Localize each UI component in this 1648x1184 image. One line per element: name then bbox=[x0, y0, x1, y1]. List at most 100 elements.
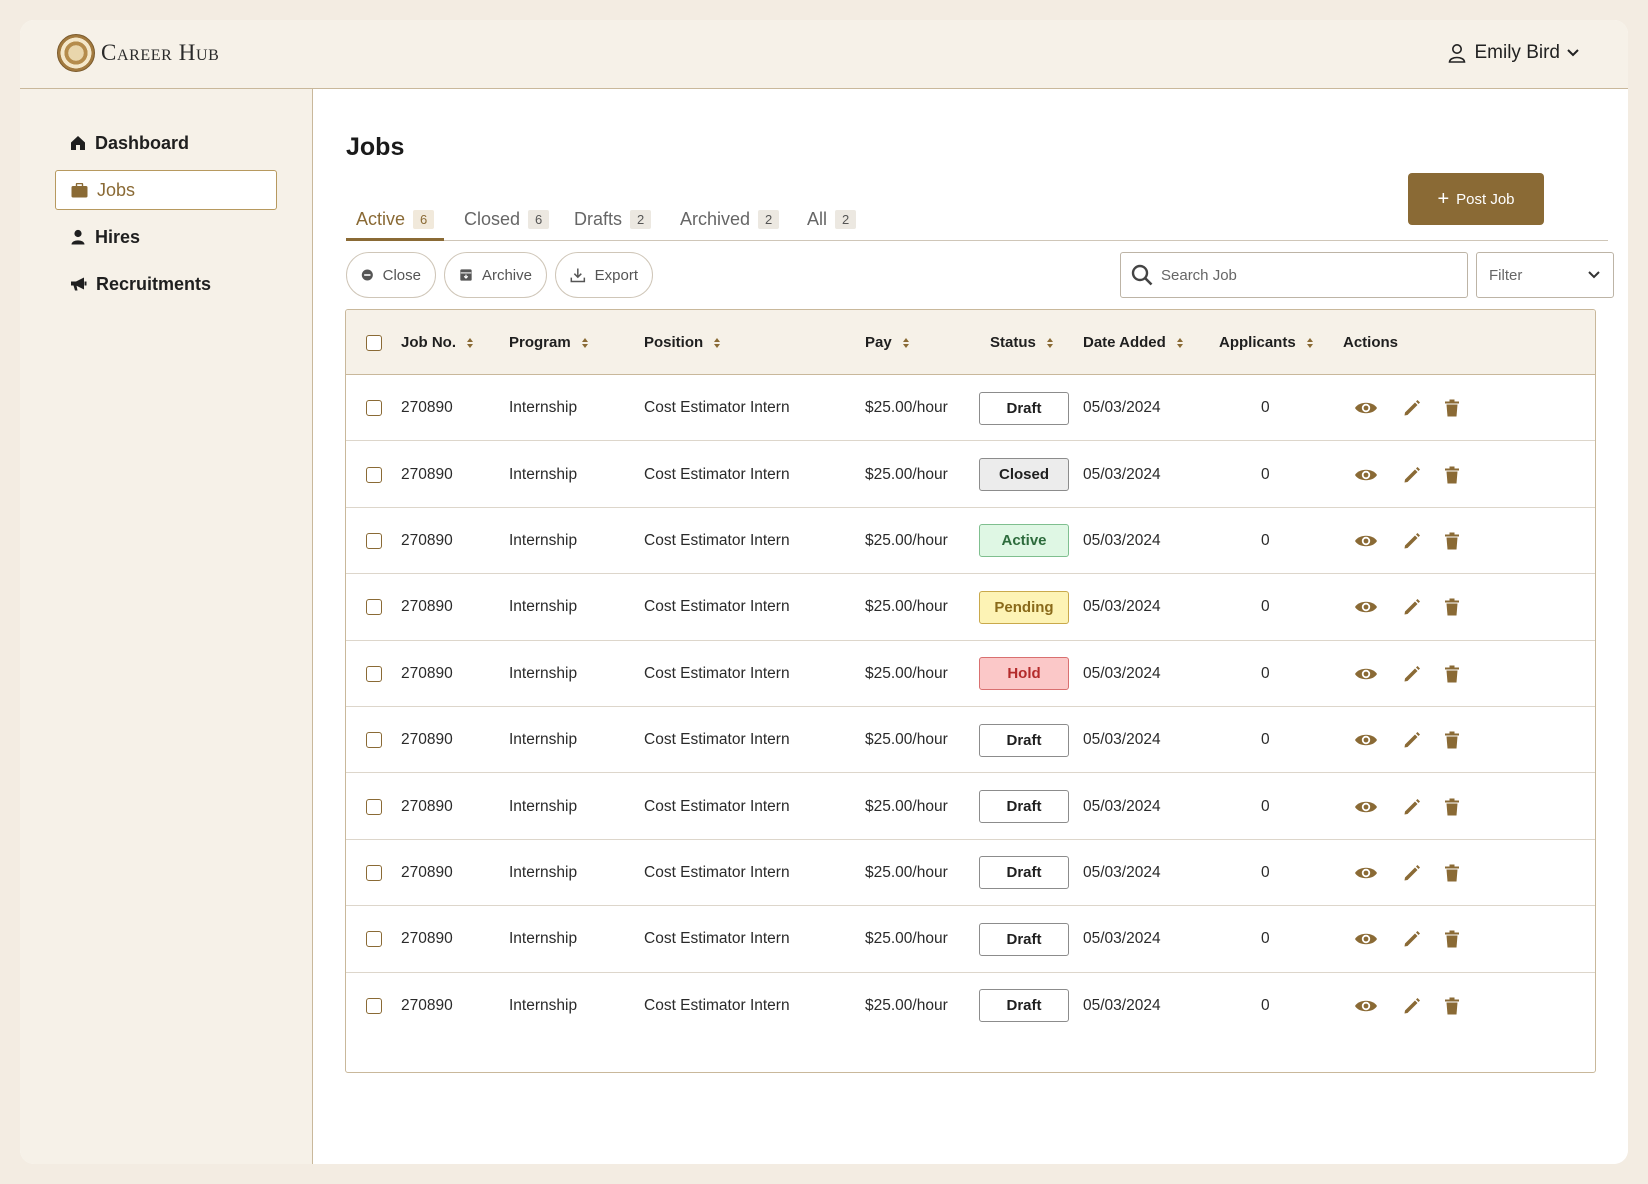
col-position[interactable]: Position bbox=[644, 310, 721, 375]
delete-button[interactable] bbox=[1444, 508, 1460, 574]
delete-button[interactable] bbox=[1444, 574, 1460, 640]
export-button[interactable]: Export bbox=[555, 252, 653, 298]
delete-button[interactable] bbox=[1444, 906, 1460, 972]
view-button[interactable] bbox=[1354, 707, 1378, 773]
trash-icon bbox=[1445, 532, 1459, 550]
archive-button[interactable]: Archive bbox=[444, 252, 547, 298]
tab-label: Closed bbox=[464, 209, 521, 229]
main-content: Jobs + Post Job Active 6 Closed 6 Drafts… bbox=[314, 89, 1628, 1164]
status-cell: Draft bbox=[979, 906, 1069, 972]
sidebar-item-dashboard[interactable]: Dashboard bbox=[55, 123, 277, 163]
sort-icon[interactable] bbox=[1176, 337, 1184, 349]
chevron-down-icon bbox=[1588, 271, 1600, 279]
tab-archived[interactable]: Archived 2 bbox=[680, 203, 780, 241]
row-checkbox[interactable] bbox=[366, 532, 382, 549]
row-checkbox[interactable] bbox=[366, 665, 382, 682]
edit-button[interactable] bbox=[1403, 773, 1421, 839]
edit-button[interactable] bbox=[1403, 906, 1421, 972]
view-button[interactable] bbox=[1354, 773, 1378, 839]
logo[interactable]: Career Hub bbox=[57, 34, 219, 72]
sidebar-item-jobs[interactable]: Jobs bbox=[55, 170, 277, 210]
select-all-checkbox[interactable] bbox=[366, 334, 382, 351]
sort-icon[interactable] bbox=[466, 337, 474, 349]
search-input[interactable] bbox=[1161, 266, 1451, 284]
row-select-cell bbox=[366, 441, 382, 507]
edit-button[interactable] bbox=[1403, 441, 1421, 507]
position-cell: Cost Estimator Intern bbox=[644, 731, 790, 749]
col-pay[interactable]: Pay bbox=[865, 310, 910, 375]
edit-button[interactable] bbox=[1403, 508, 1421, 574]
status-badge: Draft bbox=[979, 856, 1069, 890]
row-checkbox[interactable] bbox=[366, 466, 382, 483]
close-button[interactable]: Close bbox=[346, 252, 436, 298]
row-select-cell bbox=[366, 508, 382, 574]
edit-button[interactable] bbox=[1403, 840, 1421, 906]
trash-icon bbox=[1445, 399, 1459, 417]
col-program[interactable]: Program bbox=[509, 310, 589, 375]
view-button[interactable] bbox=[1354, 973, 1378, 1039]
delete-button[interactable] bbox=[1444, 840, 1460, 906]
tab-count: 6 bbox=[413, 210, 435, 229]
view-button[interactable] bbox=[1354, 840, 1378, 906]
row-checkbox[interactable] bbox=[366, 997, 382, 1014]
sort-icon[interactable] bbox=[902, 337, 910, 349]
job-no-cell: 270890 bbox=[401, 465, 453, 483]
row-select-cell bbox=[366, 773, 382, 839]
job-no-cell: 270890 bbox=[401, 863, 453, 881]
delete-button[interactable] bbox=[1444, 375, 1460, 441]
filter-dropdown[interactable]: Filter bbox=[1476, 252, 1614, 298]
view-button[interactable] bbox=[1354, 508, 1378, 574]
col-status[interactable]: Status bbox=[990, 310, 1054, 375]
sidebar-item-recruitments[interactable]: Recruitments bbox=[55, 264, 277, 304]
tab-closed[interactable]: Closed 6 bbox=[464, 203, 550, 241]
status-badge: Closed bbox=[979, 458, 1069, 492]
sort-icon[interactable] bbox=[713, 337, 721, 349]
sidebar-item-label: Jobs bbox=[97, 179, 136, 200]
row-checkbox[interactable] bbox=[366, 400, 382, 417]
edit-button[interactable] bbox=[1403, 707, 1421, 773]
sidebar-item-label: Dashboard bbox=[95, 132, 190, 153]
sort-icon[interactable] bbox=[1046, 337, 1054, 349]
col-date-added[interactable]: Date Added bbox=[1083, 310, 1184, 375]
col-job-no[interactable]: Job No. bbox=[401, 310, 474, 375]
row-checkbox[interactable] bbox=[366, 732, 382, 749]
sidebar-item-hires[interactable]: Hires bbox=[55, 217, 277, 257]
tab-drafts[interactable]: Drafts 2 bbox=[574, 203, 652, 241]
edit-button[interactable] bbox=[1403, 641, 1421, 707]
applicants-cell: 0 bbox=[1261, 863, 1270, 881]
edit-button[interactable] bbox=[1403, 973, 1421, 1039]
edit-button[interactable] bbox=[1403, 375, 1421, 441]
pay-cell: $25.00/hour bbox=[865, 797, 948, 815]
search-box[interactable] bbox=[1120, 252, 1468, 298]
eye-icon bbox=[1355, 602, 1377, 613]
view-button[interactable] bbox=[1354, 441, 1378, 507]
row-checkbox[interactable] bbox=[366, 864, 382, 881]
col-applicants[interactable]: Applicants bbox=[1219, 310, 1314, 375]
user-menu[interactable]: Emily Bird bbox=[1448, 42, 1588, 64]
chevron-down-icon bbox=[1567, 49, 1579, 57]
sort-icon[interactable] bbox=[581, 337, 589, 349]
row-checkbox[interactable] bbox=[366, 931, 382, 948]
view-button[interactable] bbox=[1354, 906, 1378, 972]
delete-button[interactable] bbox=[1444, 707, 1460, 773]
trash-icon bbox=[1445, 598, 1459, 616]
delete-button[interactable] bbox=[1444, 773, 1460, 839]
view-button[interactable] bbox=[1354, 641, 1378, 707]
view-button[interactable] bbox=[1354, 574, 1378, 640]
delete-button[interactable] bbox=[1444, 641, 1460, 707]
view-button[interactable] bbox=[1354, 375, 1378, 441]
row-select-cell bbox=[366, 973, 382, 1039]
program-cell: Internship bbox=[509, 598, 578, 616]
delete-button[interactable] bbox=[1444, 973, 1460, 1039]
tab-active[interactable]: Active 6 bbox=[346, 203, 445, 241]
column-header: Pay bbox=[865, 334, 892, 351]
edit-button[interactable] bbox=[1403, 574, 1421, 640]
sort-icon[interactable] bbox=[1306, 337, 1314, 349]
status-badge: Draft bbox=[979, 922, 1069, 956]
archive-icon bbox=[460, 269, 472, 281]
delete-button[interactable] bbox=[1444, 441, 1460, 507]
row-checkbox[interactable] bbox=[366, 798, 382, 815]
tab-all[interactable]: All 2 bbox=[807, 203, 857, 241]
date-added-cell: 05/03/2024 bbox=[1083, 996, 1161, 1014]
row-checkbox[interactable] bbox=[366, 599, 382, 616]
